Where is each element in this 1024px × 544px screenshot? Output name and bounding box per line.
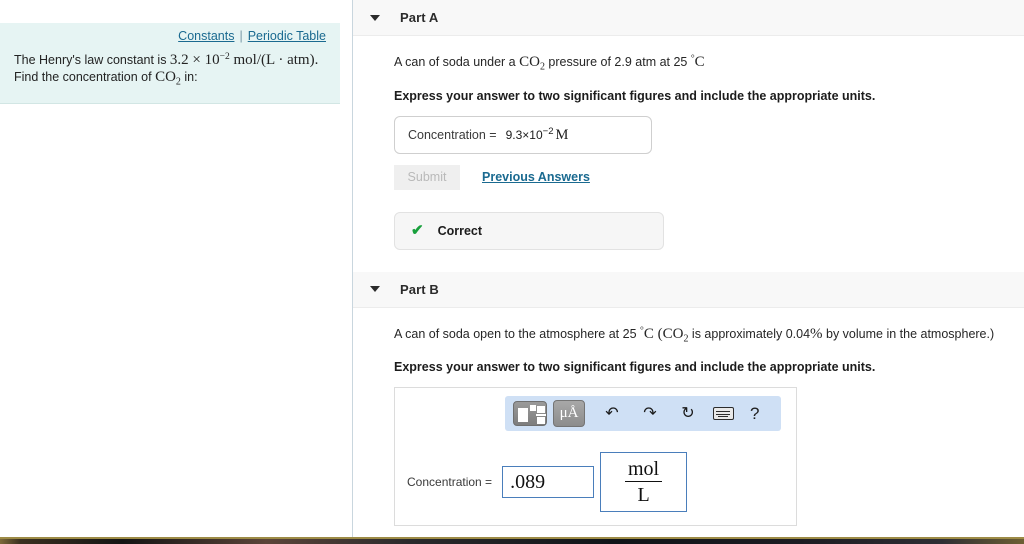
part-a-title: Part A (400, 10, 439, 25)
henry-constant-exponent: −2 (219, 52, 230, 62)
part-b-answer-label: Concentration = (407, 475, 493, 490)
part-b-unit-input[interactable]: mol L (600, 452, 688, 513)
part-a-answer-value: 9.3×10−2 M (506, 126, 569, 144)
part-a-prompt-pre: A can of soda under a (394, 55, 520, 70)
unit-numerator: mol (625, 458, 663, 482)
part-a-feedback-box: ✔ Correct (394, 211, 664, 250)
stmt-line2-post: in: (180, 70, 198, 85)
part-a-header[interactable]: Part A (353, 0, 1024, 36)
link-separator: | (239, 29, 243, 43)
part-a-value-unit: M (555, 126, 569, 143)
constants-link[interactable]: Constants (178, 29, 234, 43)
answer-area: Part A A can of soda under a CO2 pressur… (353, 0, 1024, 544)
part-b-paren-open: ( (653, 325, 663, 342)
henry-constant-mantissa: 3.2 × 10 (169, 52, 220, 69)
keyboard-icon[interactable] (713, 407, 734, 421)
part-b-header[interactable]: Part B (353, 271, 1024, 308)
periodic-table-link[interactable]: Periodic Table (248, 29, 326, 43)
part-b-title: Part B (400, 281, 439, 297)
part-a-body: A can of soda under a CO2 pressure of 2.… (353, 36, 1024, 250)
template-fraction-bar (536, 414, 546, 416)
resource-links: Constants | Periodic Table (14, 29, 326, 49)
part-b-body: A can of soda open to the atmosphere at … (353, 308, 1024, 544)
co2-formula: CO (155, 69, 176, 86)
part-a-prompt-mid: pressure of 2.9 atm at 25 (544, 55, 691, 70)
unit-denominator: L (637, 483, 650, 506)
part-a-prompt: A can of soda under a CO2 pressure of 2.… (394, 50, 1008, 77)
template-icon[interactable] (513, 401, 547, 427)
part-a-previous-answers-link[interactable]: Previous Answers (482, 170, 590, 184)
template-box-superscript (530, 405, 536, 412)
help-icon[interactable]: ? (750, 405, 759, 422)
reset-icon[interactable]: ↻ (675, 405, 701, 422)
screen-bottom-edge (0, 537, 1024, 544)
part-b-prompt-mid: is approximately 0.04 (688, 326, 811, 341)
stmt-line2-pre: Find the concentration of (14, 70, 156, 85)
part-b-percent-sign: % (810, 325, 823, 342)
part-b-prompt: A can of soda open to the atmosphere at … (394, 322, 1008, 349)
part-b-celsius-unit: C (643, 325, 654, 342)
part-a-submit-button: Submit (394, 164, 460, 190)
check-icon: ✔ (411, 222, 424, 240)
part-a-instruction: Express your answer to two significant f… (394, 88, 876, 103)
stmt-line1-pre: The Henry's law constant is (14, 53, 170, 68)
problem-statement-text: The Henry's law constant is 3.2 × 10−2 m… (14, 49, 326, 91)
redo-icon[interactable]: ↷ (637, 405, 663, 422)
math-editor-toolbar: μÅ ↶ ↷ ↻ ? (505, 396, 781, 432)
part-b-entry-row: Concentration = .089 mol L (395, 452, 796, 513)
part-b-instruction: Express your answer to two significant f… (394, 360, 876, 375)
part-a-co2-formula: CO (519, 54, 540, 71)
part-b-numeric-input[interactable]: .089 (502, 466, 595, 499)
part-a-value-exponent: −2 (542, 125, 554, 137)
part-a-celsius-unit: C (694, 54, 705, 71)
part-b-prompt-tail: by volume in the atmosphere.) (822, 326, 995, 341)
part-a-action-row: Submit Previous Answers (394, 164, 1008, 190)
part-b-math-entry: μÅ ↶ ↷ ↻ ? Concentration = .089 mol L (394, 387, 797, 527)
app-root: Constants | Periodic Table The Henry's law… (0, 0, 1024, 544)
henry-units-b: atm). (287, 52, 319, 69)
problem-statement-card: Constants | Periodic Table The Henry's law… (0, 23, 340, 104)
part-a-answer-label: Concentration = (408, 127, 497, 142)
chevron-down-icon[interactable] (370, 14, 380, 21)
part-a-answer-box[interactable]: Concentration = 9.3×10−2 M (394, 115, 652, 154)
left-problem-panel: Constants | Periodic Table The Henry's law… (0, 0, 353, 544)
henry-units-a: mol/(L (229, 52, 275, 69)
henry-units-dot: · (274, 52, 288, 69)
template-box-denominator (537, 417, 545, 425)
template-box-numerator (537, 406, 545, 414)
part-b-prompt-pre: A can of soda open to the atmosphere at … (394, 326, 641, 341)
units-icon[interactable]: μÅ (553, 400, 585, 428)
template-box-large (518, 408, 528, 423)
part-b-co2-formula: CO (662, 325, 684, 342)
undo-icon[interactable]: ↶ (599, 405, 625, 422)
chevron-down-icon[interactable] (370, 286, 380, 293)
part-a-value-mantissa: 9.3×10 (505, 127, 543, 142)
part-a-feedback-text: Correct (437, 223, 483, 238)
